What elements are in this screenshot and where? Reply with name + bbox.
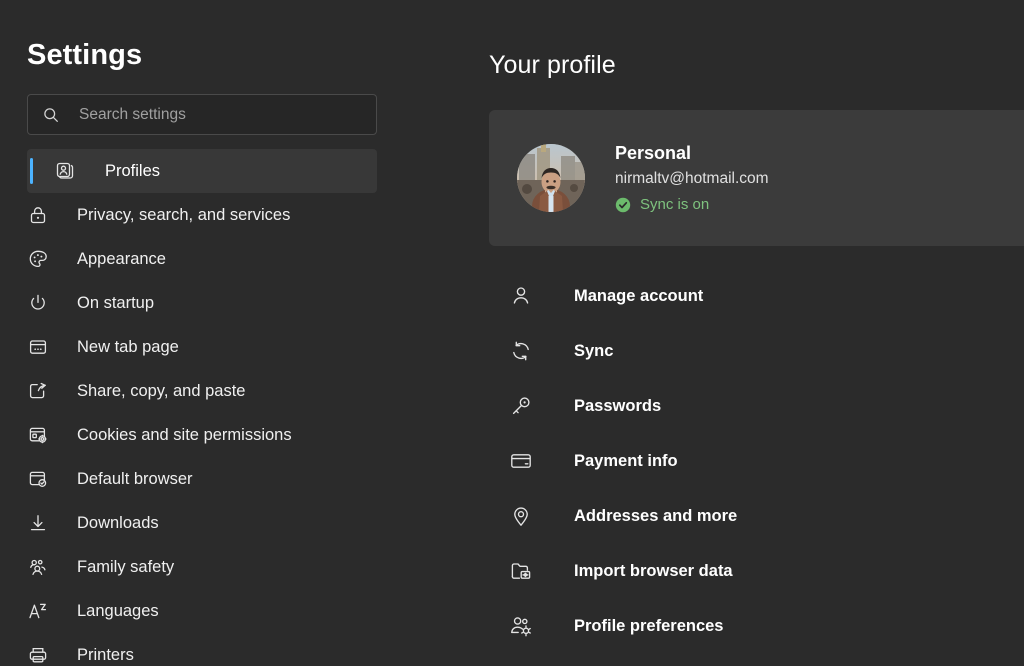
action-passwords[interactable]: Passwords — [489, 378, 1024, 433]
sidebar-item-downloads[interactable]: Downloads — [0, 501, 377, 545]
sidebar-item-new-tab-page[interactable]: New tab page — [0, 325, 377, 369]
page-title: Settings — [0, 0, 411, 72]
action-addresses-and-more[interactable]: Addresses and more — [489, 488, 1024, 543]
sidebar-item-default-browser[interactable]: Default browser — [0, 457, 377, 501]
sidebar-item-profiles[interactable]: Profiles — [27, 149, 377, 193]
sidebar-item-label: Appearance — [49, 249, 166, 269]
default-browser-icon — [27, 468, 49, 490]
family-icon — [27, 556, 49, 578]
credit-card-icon — [509, 449, 533, 473]
person-icon — [509, 284, 533, 308]
location-pin-icon — [509, 504, 533, 528]
action-profile-preferences[interactable]: Profile preferences — [489, 598, 1024, 653]
action-import-browser-data[interactable]: Import browser data — [489, 543, 1024, 598]
selected-accent-bar — [30, 158, 33, 184]
content-title: Your profile — [489, 0, 1024, 80]
action-label: Passwords — [533, 396, 661, 416]
sidebar-item-privacy-search-and-services[interactable]: Privacy, search, and services — [0, 193, 377, 237]
sync-icon — [509, 339, 533, 363]
profile-actions-list: Manage account Sync — [489, 268, 1024, 653]
search-icon — [42, 106, 60, 124]
settings-window: Settings — [0, 0, 1024, 666]
sidebar-item-languages[interactable]: Languages — [0, 589, 377, 633]
sidebar-item-label: Printers — [49, 645, 134, 665]
sidebar-item-label: Share, copy, and paste — [49, 381, 245, 401]
profile-content-panel: Your profile — [411, 0, 1024, 666]
avatar — [517, 144, 585, 212]
sidebar-item-label: Profiles — [77, 161, 160, 181]
sidebar-item-cookies-and-site-permissions[interactable]: Cookies and site permissions — [0, 413, 377, 457]
sidebar-item-on-startup[interactable]: On startup — [0, 281, 377, 325]
sidebar-item-printers[interactable]: Printers — [0, 633, 377, 666]
sidebar-item-share-copy-and-paste[interactable]: Share, copy, and paste — [0, 369, 377, 413]
settings-nav-list: Profiles Privacy, search, and services — [0, 149, 411, 666]
check-circle-icon — [615, 197, 631, 213]
languages-icon — [27, 600, 49, 622]
settings-sidebar: Settings — [0, 0, 411, 666]
action-label: Sync — [533, 341, 613, 361]
action-label: Payment info — [533, 451, 678, 471]
profile-name: Personal — [615, 142, 769, 164]
sidebar-item-label: Downloads — [49, 513, 159, 533]
profile-details: Personal nirmaltv@hotmail.com Sync is on — [585, 142, 769, 214]
sidebar-item-label: Default browser — [49, 469, 193, 489]
profiles-icon — [55, 160, 77, 182]
sidebar-item-label: Privacy, search, and services — [49, 205, 290, 225]
search-box[interactable] — [27, 94, 377, 135]
key-icon — [509, 394, 533, 418]
action-sync[interactable]: Sync — [489, 323, 1024, 378]
action-label: Manage account — [533, 286, 703, 306]
profile-card[interactable]: Personal nirmaltv@hotmail.com Sync is on — [489, 110, 1024, 246]
share-icon — [27, 380, 49, 402]
new-tab-icon — [27, 336, 49, 358]
action-manage-account[interactable]: Manage account — [489, 268, 1024, 323]
sync-status: Sync is on — [615, 191, 769, 214]
action-label: Profile preferences — [533, 616, 723, 636]
sidebar-item-label: New tab page — [49, 337, 179, 357]
sidebar-item-label: Languages — [49, 601, 159, 621]
sidebar-item-appearance[interactable]: Appearance — [0, 237, 377, 281]
action-payment-info[interactable]: Payment info — [489, 433, 1024, 488]
download-icon — [27, 512, 49, 534]
profile-email: nirmaltv@hotmail.com — [615, 164, 769, 191]
sync-status-label: Sync is on — [631, 196, 709, 214]
people-settings-icon — [509, 614, 533, 638]
action-label: Import browser data — [533, 561, 733, 581]
lock-icon — [27, 204, 49, 226]
sidebar-item-label: On startup — [49, 293, 154, 313]
import-folder-icon — [509, 559, 533, 583]
power-icon — [27, 292, 49, 314]
cookies-icon — [27, 424, 49, 446]
printer-icon — [27, 644, 49, 666]
sidebar-item-label: Family safety — [49, 557, 174, 577]
action-label: Addresses and more — [533, 506, 737, 526]
palette-icon — [27, 248, 49, 270]
sidebar-item-family-safety[interactable]: Family safety — [0, 545, 377, 589]
search-input[interactable] — [60, 106, 362, 124]
sidebar-item-label: Cookies and site permissions — [49, 425, 292, 445]
